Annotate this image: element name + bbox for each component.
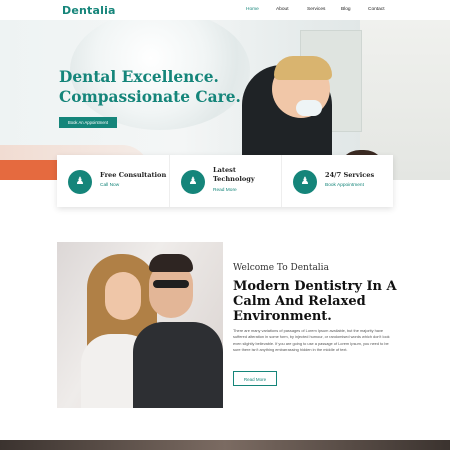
user-icon: ♟ <box>68 170 92 194</box>
about-subtitle: Welcome To Dentalia <box>233 263 329 273</box>
read-more-button[interactable]: Read More <box>233 371 277 386</box>
feature-title: Free Consultation <box>100 171 167 179</box>
nav-item-blog[interactable]: Blog <box>341 7 351 12</box>
nav-item-contact[interactable]: Contact <box>368 7 385 12</box>
woman-face-image <box>105 272 141 320</box>
dental-chair-accent-image <box>0 160 60 180</box>
man-hair-image <box>149 254 193 272</box>
user-icon: ♟ <box>181 170 205 194</box>
feature-title: 24/7 Services <box>325 171 375 179</box>
feature-card-technology: ♟ Latest Technology Read More <box>169 155 282 207</box>
feature-cards: ♟ Free Consultation Call Now ♟ Latest Te… <box>57 155 393 207</box>
site-logo[interactable]: Dentalia <box>62 4 116 17</box>
nav-item-services[interactable]: Services <box>307 7 325 12</box>
about-heading: Modern Dentistry In A Calm And Relaxed E… <box>233 279 397 324</box>
feature-title: Latest Technology <box>213 166 255 183</box>
about-paragraph: There are many variations of passages of… <box>233 328 390 353</box>
book-appointment-link[interactable]: Book Appointment <box>325 183 364 188</box>
top-navigation: Dentalia Home About Services Blog Contac… <box>0 0 450 20</box>
next-section-image <box>0 440 450 450</box>
read-more-link[interactable]: Read More <box>213 188 237 193</box>
dentist-mask-image <box>296 100 322 116</box>
book-appointment-button[interactable]: Book An Appointment <box>59 117 117 128</box>
nav-item-home[interactable]: Home <box>246 7 259 12</box>
feature-card-consultation: ♟ Free Consultation Call Now <box>57 155 169 207</box>
call-now-link[interactable]: Call Now <box>100 183 119 188</box>
user-icon: ♟ <box>293 170 317 194</box>
couple-photo <box>57 242 223 408</box>
hero-title: Dental Excellence. Compassionate Care. <box>59 67 241 107</box>
nav-item-about[interactable]: About <box>276 7 289 12</box>
man-suit-image <box>133 322 223 408</box>
hero-title-line-1: Dental Excellence. <box>59 68 219 86</box>
hero-title-line-2: Compassionate Care. <box>59 88 241 106</box>
feature-card-services: ♟ 24/7 Services Book Appointment <box>281 155 394 207</box>
glasses-image <box>153 280 189 288</box>
dentist-hair-image <box>274 56 332 80</box>
